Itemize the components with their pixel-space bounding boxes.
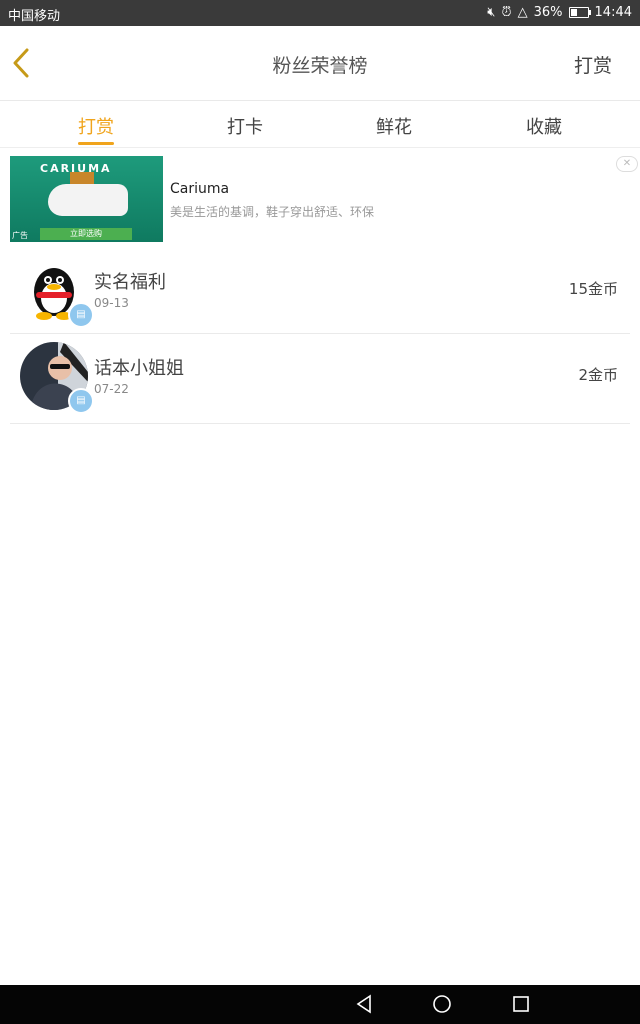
list-item[interactable]: ▤ 话本小姐姐 07-22 2金币 <box>10 334 630 424</box>
ad-shoe-shape <box>48 184 128 216</box>
rank-badge-icon: ▤ <box>68 302 94 328</box>
reward-date: 09-13 <box>94 296 129 310</box>
clock: 14:44 <box>594 5 632 20</box>
list-item[interactable]: ▤ 实名福利 09-13 15金币 <box>10 248 630 334</box>
tab-label: 打卡 <box>227 117 263 138</box>
recents-square-icon[interactable] <box>511 994 531 1014</box>
tab-flowers[interactable]: 鲜花 <box>349 113 439 139</box>
tab-favorites[interactable]: 收藏 <box>499 113 589 139</box>
carrier-label: 中国移动 <box>8 9 61 24</box>
ad-banner[interactable]: CARIUMA 立即选购 广告 Cariuma 美是生活的基调，鞋子穿出舒适、环… <box>0 148 640 248</box>
back-triangle-icon[interactable] <box>354 994 374 1014</box>
status-bar: 中国移动 🔇︎ ⏰︎ △ 36% 14:44 <box>0 0 640 26</box>
ad-close-icon[interactable]: ✕ <box>616 156 638 172</box>
page-title: 粉丝荣誉榜 <box>272 55 368 77</box>
tab-label: 收藏 <box>526 117 562 138</box>
status-icons: 🔇︎ ⏰︎ △ 36% 14:44 <box>487 5 632 20</box>
user-name: 话本小姐姐 <box>94 358 184 379</box>
tab-active-indicator <box>78 142 114 145</box>
home-circle-icon[interactable] <box>432 994 452 1014</box>
ad-description: 美是生活的基调，鞋子穿出舒适、环保 <box>170 205 375 219</box>
alarm-icon: ⏰︎ <box>501 5 512 20</box>
ad-title: Cariuma <box>170 181 230 197</box>
wifi-icon: △ <box>517 5 528 20</box>
battery-icon <box>568 7 591 18</box>
tab-label: 打赏 <box>78 117 114 138</box>
ad-image[interactable]: CARIUMA 立即选购 广告 <box>10 156 163 242</box>
title-bar: 粉丝荣誉榜 打赏 <box>0 26 640 101</box>
system-nav-bar <box>0 985 640 1024</box>
reward-date: 07-22 <box>94 382 129 396</box>
tab-bar: 打赏 打卡 鲜花 收藏 <box>0 101 640 148</box>
tab-reward[interactable]: 打赏 <box>51 113 141 145</box>
tab-checkin[interactable]: 打卡 <box>200 113 290 139</box>
ad-cta: 立即选购 <box>40 228 132 240</box>
battery-percent: 36% <box>533 5 563 20</box>
ad-tag: 广告 <box>12 231 28 240</box>
mute-icon: 🔇︎ <box>487 5 496 20</box>
reward-amount: 2金币 <box>578 366 618 384</box>
reward-amount: 15金币 <box>568 280 618 298</box>
tab-label: 鲜花 <box>376 117 412 138</box>
user-name: 实名福利 <box>94 272 166 293</box>
rank-badge-icon: ▤ <box>68 388 94 414</box>
reward-button[interactable]: 打赏 <box>574 51 612 78</box>
